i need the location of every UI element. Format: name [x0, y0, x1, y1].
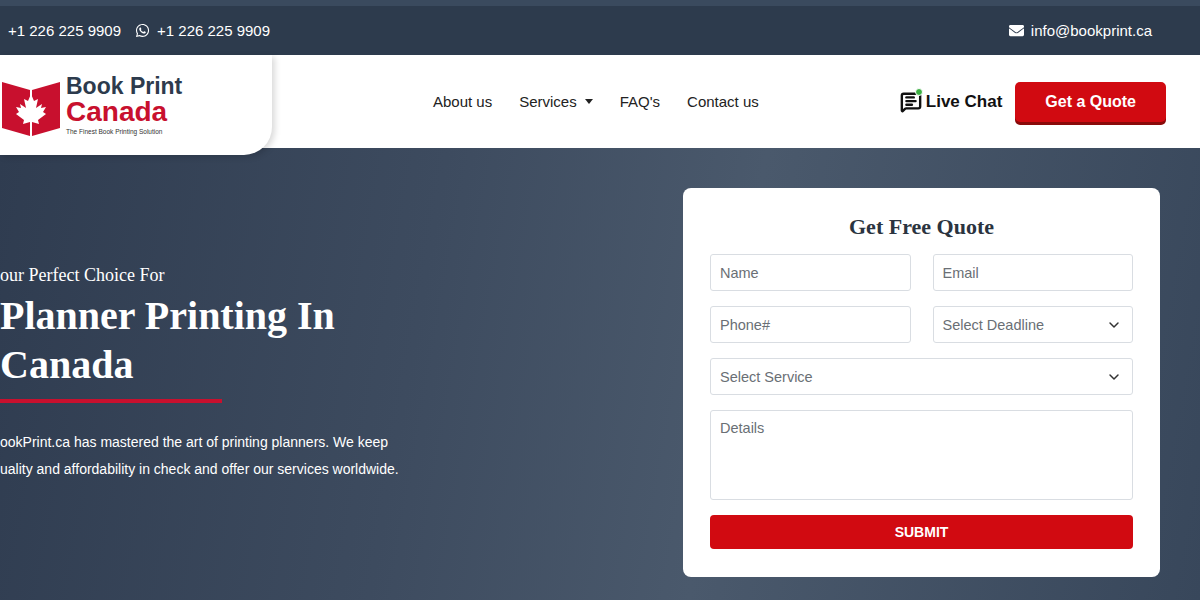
nav-item[interactable]: FAQ's	[620, 93, 660, 110]
hero-kicker: our Perfect Choice For	[0, 265, 683, 286]
hero-paragraph: ookPrint.ca has mastered the art of prin…	[0, 429, 683, 483]
hero: our Perfect Choice For Planner Printing I…	[0, 148, 1200, 600]
logo-book-icon	[0, 70, 62, 140]
logo[interactable]: Book PrintCanadaThe Finest Book Printing…	[0, 55, 272, 155]
nav: About us Services FAQ's Contact us	[272, 93, 900, 110]
whatsapp-link[interactable]: +1 226 225 9909	[135, 22, 270, 39]
quote-form: Get Free Quote Name Email Phone# Select Dead…	[683, 188, 1160, 577]
logo-text: Book PrintCanadaThe Finest Book Printing…	[66, 75, 182, 136]
textarea-field[interactable]: Details	[710, 410, 1133, 500]
chevron-down-icon	[1106, 369, 1122, 385]
header: Book PrintCanadaThe Finest Book Printing…	[0, 55, 1200, 148]
page: +1 226 225 9909 +1 226 225 9909 info@bookp…	[0, 0, 1200, 600]
phone-link[interactable]: +1 226 225 9909	[8, 22, 121, 39]
select-field[interactable]: Select Deadline	[933, 306, 1134, 343]
live-chat[interactable]: Live Chat	[900, 91, 1003, 113]
input-field[interactable]: Name	[710, 254, 911, 291]
top-bar: +1 226 225 9909 +1 226 225 9909 info@bookp…	[0, 0, 1200, 55]
input-field[interactable]: Email	[933, 254, 1134, 291]
select-field[interactable]: Select Service	[710, 358, 1133, 395]
email-link[interactable]: info@bookprint.ca	[1009, 22, 1152, 39]
hero-text: our Perfect Choice For Planner Printing I…	[0, 265, 683, 484]
quote-button[interactable]: Get a Quote	[1015, 82, 1166, 122]
input-field[interactable]: Phone#	[710, 306, 911, 343]
chevron-down-icon	[1106, 317, 1122, 333]
nav-item[interactable]: About us	[433, 93, 492, 110]
submit-button[interactable]: SUBMIT	[710, 515, 1133, 549]
caret-icon	[585, 99, 593, 104]
online-dot	[915, 88, 923, 96]
form-fields: Name Email Phone# Select Deadline Select Ser…	[710, 254, 1133, 500]
nav-item[interactable]: Contact us	[687, 93, 759, 110]
envelope-icon	[1009, 23, 1024, 38]
title-underline	[0, 399, 222, 403]
form-title: Get Free Quote	[710, 214, 1133, 240]
nav-item[interactable]: Services	[519, 93, 593, 110]
hero-title: Planner Printing InCanada	[0, 292, 683, 390]
whatsapp-icon	[135, 23, 150, 38]
